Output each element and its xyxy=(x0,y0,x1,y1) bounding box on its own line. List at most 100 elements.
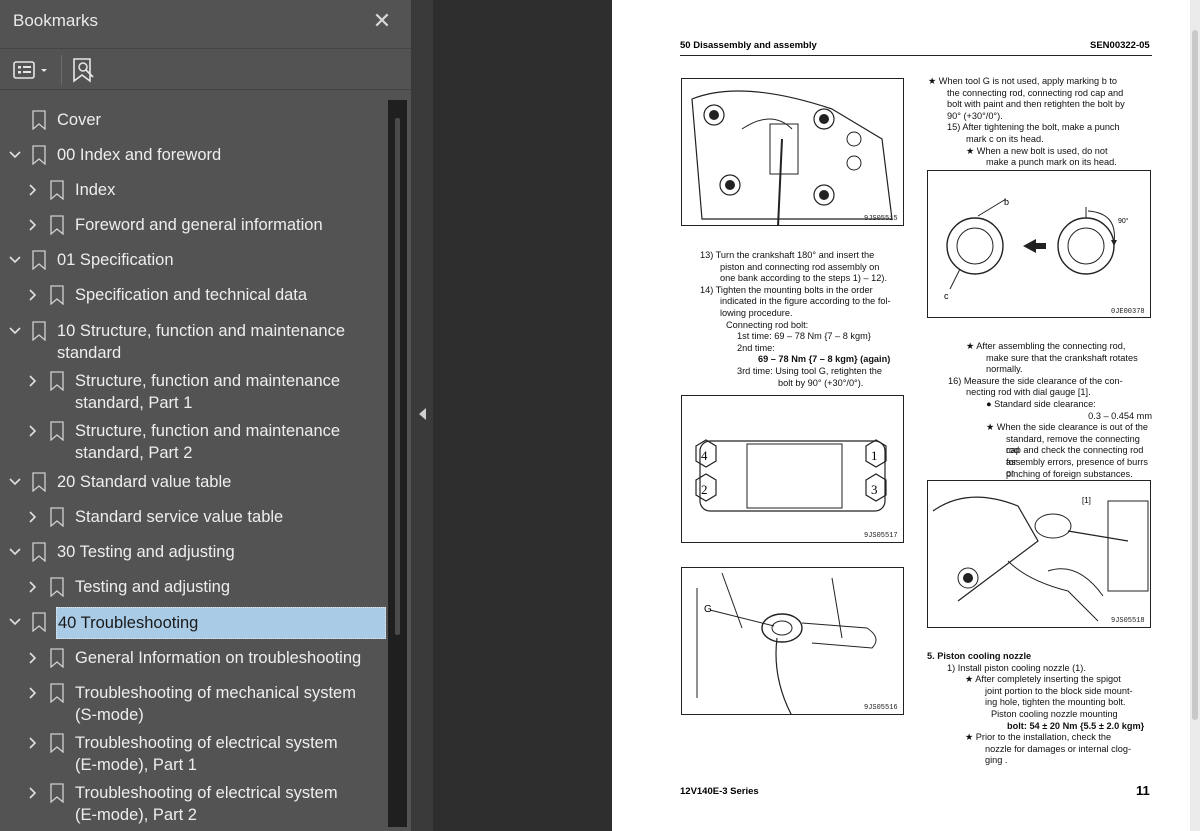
bookmark-label: 20 Standard value table xyxy=(57,473,232,491)
chevron-right-icon[interactable] xyxy=(26,374,40,388)
bookmark-icon xyxy=(50,215,64,235)
document-text-line: 15) After tightening the bolt, make a pu… xyxy=(947,122,1120,133)
page-number: 11 xyxy=(1136,783,1150,798)
bookmark-label: Structure, function and maintenance xyxy=(75,372,341,390)
chevron-down-icon[interactable] xyxy=(8,148,22,162)
bookmark-item[interactable]: Troubleshooting of mechanical system (S-m… xyxy=(0,678,388,724)
bookmarks-toolbar xyxy=(0,48,411,90)
bookmark-item[interactable]: Structure, function and maintenance stand… xyxy=(0,366,388,412)
bookmark-label-line2: (S-mode) xyxy=(75,706,144,724)
bookmark-label: Troubleshooting of electrical system xyxy=(75,734,338,752)
bookmark-item[interactable]: General Information on troubleshooting xyxy=(0,643,388,673)
label-g: G xyxy=(704,604,712,615)
bookmark-label: Standard service value table xyxy=(75,508,284,526)
figure-code: 9JS05517 xyxy=(864,532,898,540)
chevron-down-icon[interactable] xyxy=(8,545,22,559)
document-text-line: 3rd time: Using tool G, retighten the xyxy=(737,366,883,376)
bookmark-label: Troubleshooting of mechanical system xyxy=(75,684,356,702)
bookmark-tree: Cover 00 Index and foreword Index Foreword … xyxy=(0,100,388,831)
find-bookmark-button[interactable] xyxy=(70,57,100,83)
chevron-right-icon[interactable] xyxy=(26,288,40,302)
bookmark-label: 00 Index and foreword xyxy=(57,146,222,164)
chevron-right-icon[interactable] xyxy=(26,580,40,594)
bookmark-label: Testing and adjusting xyxy=(75,578,231,596)
close-bookmarks-button[interactable]: ✕ xyxy=(370,8,394,34)
bookmark-item[interactable]: 30 Testing and adjusting xyxy=(0,537,388,567)
bookmark-icon xyxy=(50,180,64,200)
bookmark-label-line2: standard, Part 2 xyxy=(75,444,193,462)
bookmark-icon xyxy=(50,507,64,527)
chevron-right-icon[interactable] xyxy=(26,424,40,438)
bookmark-item[interactable]: Troubleshooting of electrical system (E-m… xyxy=(0,728,388,774)
document-text-line: make sure that the crankshaft rotates xyxy=(986,352,1138,363)
document-text-line: 2nd time: xyxy=(737,342,775,353)
bookmark-icon xyxy=(50,783,64,803)
document-scroll-thumb[interactable] xyxy=(1192,30,1198,720)
bookmark-item[interactable]: Testing and adjusting xyxy=(0,572,388,602)
bookmark-options-button[interactable] xyxy=(12,57,52,83)
bookmark-icon xyxy=(50,285,64,305)
bookmark-item[interactable]: Foreword and general information xyxy=(0,210,388,240)
document-text-line: 0.3 – 0.454 mm xyxy=(1088,410,1152,421)
bookmark-item-selected[interactable]: 40 Troubleshooting xyxy=(0,607,388,639)
figure-bolt-order: 4 2 1 3 9JS05517 xyxy=(681,395,904,543)
document-text-line: lowing procedure. xyxy=(720,308,793,318)
figure-code: 9JS05515 xyxy=(864,215,898,223)
chevron-right-icon[interactable] xyxy=(26,786,40,800)
document-text-line: ★ When the side clearance is out of the xyxy=(986,422,1148,433)
chevron-right-icon[interactable] xyxy=(26,218,40,232)
chevron-right-icon[interactable] xyxy=(26,736,40,750)
bookmark-label: General Information on troubleshooting xyxy=(75,649,362,667)
bookmark-item[interactable]: Structure, function and maintenance stand… xyxy=(0,416,388,462)
bookmark-item[interactable]: 10 Structure, function and maintenance st… xyxy=(0,316,388,362)
bookmark-item[interactable]: Cover xyxy=(0,105,388,135)
bookmark-item[interactable]: Specification and technical data xyxy=(0,280,388,310)
chevron-down-icon[interactable] xyxy=(8,324,22,338)
page-header-left: 50 Disassembly and assembly xyxy=(680,40,817,51)
chevron-down-icon[interactable] xyxy=(8,475,22,489)
dial-gauge-illustration: [1] xyxy=(932,496,1149,622)
bookmark-label-line2: (E-mode), Part 1 xyxy=(75,756,197,774)
bookmark-icon xyxy=(50,733,64,753)
document-text-line: mark c on its head. xyxy=(966,134,1044,144)
document-text-line: indicated in the figure according to the… xyxy=(720,296,891,307)
collapse-panel-arrow-icon[interactable] xyxy=(419,408,426,420)
document-text-line: 69 – 78 Nm {7 – 8 kgm} (again) xyxy=(758,354,891,365)
chevron-down-icon[interactable] xyxy=(8,615,22,629)
bookmarks-scroll-thumb[interactable] xyxy=(395,118,400,635)
chevron-right-icon[interactable] xyxy=(26,510,40,524)
bookmark-item[interactable]: Index xyxy=(0,175,388,205)
document-text-line: 1st time: 69 – 78 Nm {7 – 8 kgm} xyxy=(737,331,871,342)
document-text-line: piston and connecting rod assembly on xyxy=(720,261,880,272)
chevron-right-icon[interactable] xyxy=(26,183,40,197)
bookmark-label: 01 Specification xyxy=(57,251,174,269)
document-text-line: normally. xyxy=(986,364,1023,375)
bookmark-item[interactable]: Standard service value table xyxy=(0,502,388,532)
bookmark-item[interactable]: 00 Index and foreword xyxy=(0,140,388,170)
figure-dial-gauge: [1] 9JS05518 xyxy=(927,480,1151,628)
document-text-line: 5. Piston cooling nozzle xyxy=(927,651,1032,661)
bookmark-icon xyxy=(32,250,46,270)
list-options-icon xyxy=(13,61,47,79)
chevron-right-icon[interactable] xyxy=(26,686,40,700)
document-text-line: bolt: 54 ± 20 Nm {5.5 ± 2.0 kgm} xyxy=(1007,720,1145,731)
bookmark-icon xyxy=(50,648,64,668)
document-text-line: 16) Measure the side clearance of the co… xyxy=(948,375,1123,386)
header-rule xyxy=(680,55,1152,56)
chevron-down-icon[interactable] xyxy=(8,253,22,267)
document-text-line: pinching of foreign substances. xyxy=(1006,468,1133,479)
bookmark-item[interactable]: Troubleshooting of electrical system (E-m… xyxy=(0,778,388,824)
bookmark-item[interactable]: 01 Specification xyxy=(0,245,388,275)
document-text-line: Piston cooling nozzle mounting xyxy=(991,709,1118,719)
bookmark-item[interactable]: 20 Standard value table xyxy=(0,467,388,497)
page-header-right: SEN00322-05 xyxy=(1090,40,1150,51)
chevron-right-icon[interactable] xyxy=(26,651,40,665)
figure-code: 9JS05518 xyxy=(1111,617,1145,625)
bolt-number-4: 4 xyxy=(701,448,708,463)
document-text-line: ging . xyxy=(985,755,1008,766)
document-text-line: 14) Tighten the mounting bolts in the or… xyxy=(700,284,873,295)
document-text-line: ★ After assembling the connecting rod, xyxy=(966,341,1126,351)
document-text-line: ★ After completely inserting the spigot xyxy=(965,674,1121,685)
document-text-line: make a punch mark on its head. xyxy=(986,157,1117,168)
bookmark-label: Specification and technical data xyxy=(75,286,308,304)
